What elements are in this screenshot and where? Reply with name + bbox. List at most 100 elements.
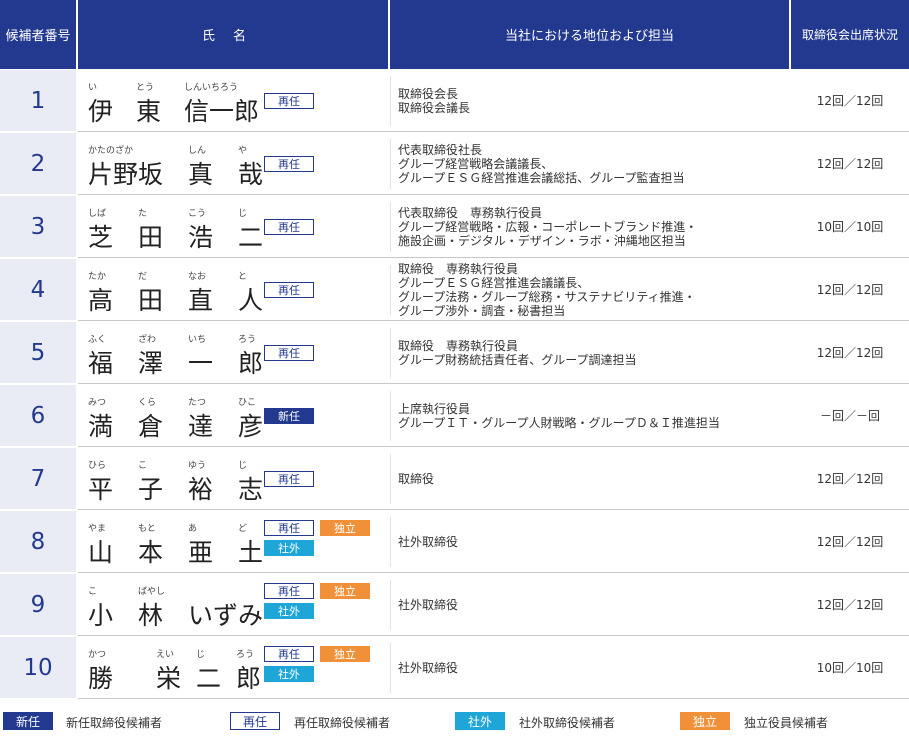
position-line: グループ法務・グループ総務・サステナビリティ推進・ [398,289,696,304]
candidate-name: 芝 しば田た浩 こう二じ [88,196,263,257]
candidate-attendance: 12回／12回 [816,157,884,171]
candidate-position: 社外取締役 [398,574,783,635]
column-divider [390,454,391,504]
column-divider [390,328,391,378]
table-row: 5 福 ふく澤 ざわ一 いち郎 ろう 再任 取締役 専務執行役員 グループ財務統括責任者、グルー… [0,322,909,385]
legend-reappoint-text: 再任取締役候補者 [294,716,391,730]
legend-new-text: 新任取締役候補者 [66,716,163,730]
name-character: 二 [238,223,264,252]
row-divider [78,194,909,195]
independent-badge: 独立 [320,646,370,662]
candidate-name: 勝 かつ栄 えい二じ郎 ろう [88,637,263,698]
name-character: 倉 [138,412,164,441]
column-divider [390,643,391,693]
candidate-badges: 再任 [264,259,384,320]
name-character: 浩 [188,223,214,252]
candidate-name: 片野坂 かたのざか真 しん哉や [88,133,263,194]
table-row: 4 高 たか田だ直 なお人と再任 取締役 専務執行役員 グループＥＳＧ経営推進会議議長、グ… [0,259,909,322]
column-divider [390,391,391,441]
name-ruby: えい [156,650,175,660]
name-character: 哉 [238,160,264,189]
reappoint-badge: 再任 [264,93,314,109]
name-character: 片野坂 [88,160,164,189]
name-character: 栄 [156,664,182,693]
position-line: 取締役 専務執行役員 [398,338,519,353]
name-character: 本 [138,538,164,567]
name-character: いずみ [188,601,264,630]
name-ruby: とう [136,83,155,93]
candidate-badges: 再任 [264,448,384,509]
name-character: 直 [188,286,214,315]
candidate-name: 高 たか田だ直 なお人と [88,259,263,320]
table-row: 2 片野坂 かたのざか真 しん哉や再任 代表取締役社長 グループ経営戦略会議議長、 グループ… [0,133,909,196]
name-character: 一 [188,349,214,378]
candidate-position: 取締役 [398,448,783,509]
independent-badge: 独立 [320,520,370,536]
candidate-number: 5 [0,322,76,383]
table-row: 1 伊い東 とう 信一郎 しんいちろう 再任 取締役会長 取締役会議長 12回／12回 [0,70,909,133]
outside-badge: 社外 [264,540,314,556]
name-ruby: じ [196,650,206,660]
row-divider [78,320,909,321]
name-ruby: もと [138,524,156,534]
candidate-number: 6 [0,385,76,446]
name-ruby: みつ [88,398,107,408]
position-line: 施設企画・デジタル・デザイン・ラボ・沖縄地区担当 [398,233,686,248]
header-name: 氏名 [78,0,388,69]
position-line: 取締役会議長 [398,100,471,115]
reappoint-badge: 再任 [264,219,314,235]
reappoint-badge: 再任 [264,471,314,487]
name-character: 田 [138,286,164,315]
name-ruby: こ [88,587,98,597]
name-ruby: こ [138,461,148,471]
column-divider [390,580,391,630]
candidate-number: 2 [0,133,76,194]
name-ruby: と [238,272,248,282]
row-divider [78,257,909,258]
legend: 新任 新任取締役候補者 再任 再任取締役候補者 社外 社外取締役候補者 独立 独… [0,710,909,734]
name-character: 二 [196,664,222,693]
name-ruby: じ [238,461,248,471]
candidate-badges: 再任 [264,322,384,383]
position-line: 代表取締役社長 [398,142,483,157]
reappoint-badge: 再任 [264,520,314,536]
reappoint-badge: 再任 [264,646,314,662]
candidate-attendance: 10回／10回 [816,220,884,234]
position-line: 上席執行役員 [398,401,471,416]
name-character: 達 [188,412,214,441]
name-ruby: しば [88,209,107,219]
row-divider [78,383,909,384]
name-ruby: ざわ [138,335,157,345]
name-character: 澤 [138,349,164,378]
name-ruby: かたのざか [88,146,134,156]
candidate-name: 福 ふく澤 ざわ一 いち郎 ろう [88,322,263,383]
name-ruby: あ [188,524,198,534]
name-ruby: なお [188,272,207,282]
position-line: グループ財務統括責任者、グループ調達担当 [398,352,637,367]
name-character: 土 [238,538,264,567]
position-line: グループ経営戦略・広報・コーポレートブランド推進・ [398,219,698,234]
name-character: 山 [88,538,114,567]
row-divider [78,572,909,573]
table-row: 7 平 ひら子こ裕 ゆう志じ再任 取締役 12回／12回 [0,448,909,511]
candidate-attendance: 12回／12回 [816,94,884,108]
candidate-attendance: 12回／12回 [816,283,884,297]
candidate-attendance: 10回／10回 [816,661,884,675]
name-ruby: ゆう [188,461,207,471]
candidate-name: 山 やま本 もと亜あ土ど [88,511,263,572]
name-character: 小 [88,601,114,630]
name-ruby: しん [188,146,207,156]
header-attendance: 取締役会出席状況 [791,0,909,69]
candidate-position: 取締役会長 取締役会議長 [398,70,783,131]
name-ruby: くら [138,398,157,408]
column-divider [390,139,391,189]
legend-outside-text: 社外取締役候補者 [519,716,616,730]
name-character: 平 [88,475,114,504]
row-divider [78,635,909,636]
candidate-attendance: 12回／12回 [816,472,884,486]
candidate-position: 代表取締役社長 グループ経営戦略会議議長、 グループＥＳＧ経営推進会議総括、グループ… [398,133,783,194]
position-line: 取締役 [398,471,435,486]
table-row: 8 山やま本もと亜あ土ど再任 独立 社外 社外取締役 12回／12回 [0,511,909,574]
candidate-number: 1 [0,70,76,131]
name-ruby: しんいちろう [184,83,239,93]
